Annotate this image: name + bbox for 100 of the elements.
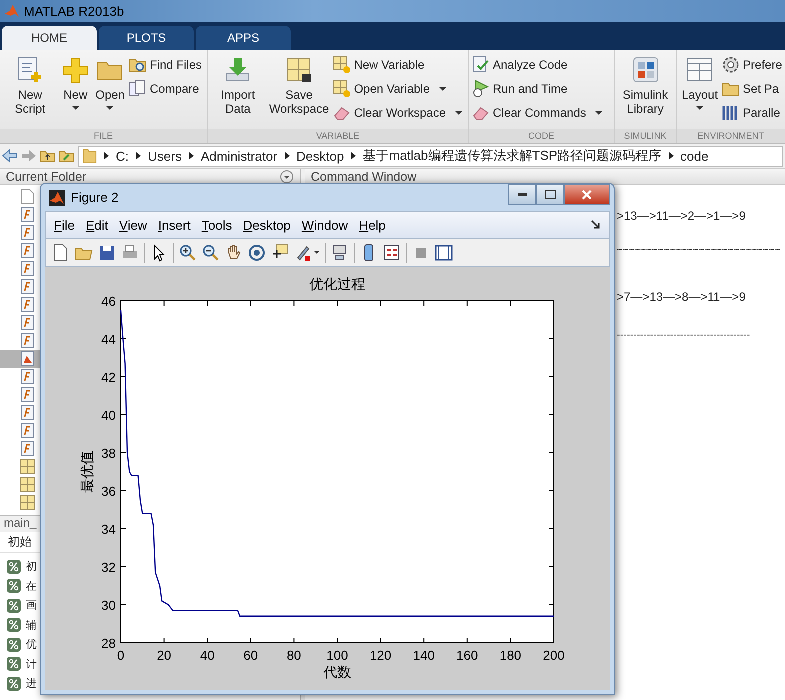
toolstrip-button[interactable]: New Variable <box>333 55 465 75</box>
section-item[interactable]: 在 <box>0 576 44 596</box>
function-file-icon <box>20 297 36 313</box>
percent-icon <box>6 636 22 653</box>
maximize-button[interactable] <box>536 184 564 205</box>
close-button[interactable] <box>564 184 610 205</box>
section-item[interactable]: 进 <box>0 674 44 694</box>
ribbon-tab[interactable]: APPS <box>196 26 291 50</box>
function-file-icon <box>20 279 36 295</box>
percent-icon <box>6 578 22 594</box>
toolstrip-button[interactable]: Prefere <box>722 55 784 75</box>
breadcrumb-segment[interactable]: Administrator <box>200 148 278 164</box>
toolstrip-button[interactable]: New <box>60 53 92 129</box>
breadcrumb-segment[interactable]: Desktop <box>296 148 344 164</box>
menu-item[interactable]: File <box>54 218 75 232</box>
file-row[interactable] <box>0 350 40 368</box>
menu-item[interactable]: Window <box>302 218 348 232</box>
zoom-out-icon[interactable] <box>202 244 220 262</box>
toolstrip-button[interactable]: Import Data <box>211 53 266 129</box>
group-label: CODE <box>469 129 614 143</box>
matlab-logo-icon <box>4 3 20 19</box>
checked-document-icon <box>472 56 490 74</box>
menu-item[interactable]: Tools <box>202 218 232 232</box>
command-output-line: >13—>11—>2—>1—>9 <box>617 209 747 225</box>
menu-item[interactable]: View <box>119 218 148 232</box>
breadcrumb-segment[interactable]: C: <box>116 148 129 164</box>
breadcrumb-segment[interactable]: 基于matlab编程遗传算法求解TSP路径问题源码程序 <box>363 147 662 165</box>
plus-icon <box>62 56 90 84</box>
breadcrumb-arrow-icon <box>668 152 674 160</box>
percent-icon <box>6 676 22 692</box>
zoom-in-icon[interactable] <box>179 244 197 262</box>
breadcrumb-segment[interactable]: code <box>680 148 709 164</box>
menu-item[interactable]: Insert <box>158 218 191 232</box>
x-tick-label: 180 <box>500 648 522 663</box>
y-tick-label: 40 <box>102 408 116 423</box>
ribbon-tab[interactable]: PLOTS <box>99 26 194 50</box>
toolstrip-button[interactable]: Find Files <box>128 55 204 75</box>
grid-document-icon <box>285 56 314 84</box>
toolstrip-button[interactable]: Open <box>94 53 127 129</box>
documents-icon <box>128 80 147 98</box>
back-arrow-icon[interactable] <box>2 148 18 164</box>
x-tick-label: 80 <box>286 648 302 663</box>
toolstrip-button[interactable]: Simulink Library <box>618 53 673 129</box>
figure-title: Figure 2 <box>71 190 119 205</box>
function-file-icon <box>20 315 36 331</box>
y-tick-label: 28 <box>102 636 116 651</box>
menu-item[interactable]: Desktop <box>243 218 291 232</box>
breadcrumb-arrow-icon <box>104 152 109 160</box>
panel-title: Command Window <box>311 170 417 184</box>
breadcrumb-segment[interactable]: Users <box>148 148 182 164</box>
layout-icon <box>686 56 714 84</box>
section-item[interactable]: 优 <box>0 635 44 654</box>
legend-icon[interactable] <box>383 244 401 262</box>
panel-title: Current Folder <box>6 170 87 184</box>
percent-icon <box>6 598 22 614</box>
group-label: VARIABLE <box>208 129 468 143</box>
y-axis-label: 最优值 <box>79 451 95 493</box>
toolstrip-button[interactable]: New Script <box>3 53 58 129</box>
y-tick-label: 46 <box>102 294 116 309</box>
toolstrip-button[interactable]: Set Pa <box>722 79 784 99</box>
blocks-icon <box>632 56 660 84</box>
function-file-icon <box>20 333 36 349</box>
address-field[interactable]: C: Users Administrator Desktop 基于matlab编程遗传算法求解TSP路径问题源码程序 code <box>78 146 783 166</box>
matlab-logo-icon <box>49 190 65 206</box>
ribbon-tab[interactable]: HOME <box>2 26 97 50</box>
y-tick-label: 38 <box>102 446 116 461</box>
x-tick-label: 60 <box>244 648 258 663</box>
dropdown-circle-icon[interactable] <box>280 170 294 184</box>
toolstrip-button[interactable]: Save Workspace <box>267 53 332 129</box>
toolstrip-button[interactable]: Paralle <box>722 103 784 123</box>
toolstrip-button[interactable]: Clear Workspace <box>333 103 465 123</box>
menu-item[interactable]: Edit <box>86 218 108 232</box>
function-file-icon <box>20 405 36 421</box>
toolstrip-button[interactable]: Analyze Code <box>472 55 606 75</box>
toolstrip-button[interactable]: Open Variable <box>333 79 465 99</box>
y-tick-label: 36 <box>102 484 116 499</box>
caret-icon[interactable] <box>314 251 320 254</box>
toolstrip-button[interactable]: Layout <box>680 53 720 129</box>
percent-icon <box>6 558 22 575</box>
section-item[interactable]: 画 <box>0 596 44 616</box>
y-tick-label: 44 <box>102 332 116 347</box>
toolstrip-button[interactable]: Compare <box>128 79 204 99</box>
new-file-icon[interactable] <box>52 244 70 262</box>
function-file-icon <box>20 441 36 457</box>
breadcrumb-arrow-icon <box>284 152 290 160</box>
dock-arrow-icon[interactable] <box>591 220 601 230</box>
window-icon[interactable] <box>435 244 453 262</box>
window-title: MATLAB R2013b <box>24 4 124 18</box>
section-item[interactable]: 计 <box>0 654 44 674</box>
section-item[interactable]: 辅 <box>0 616 44 635</box>
toolstrip-button[interactable]: Clear Commands <box>472 103 606 123</box>
toolstrip-button[interactable]: Run and Time <box>472 79 606 99</box>
menu-item[interactable]: Help <box>359 218 386 232</box>
x-tick-label: 0 <box>117 648 125 663</box>
group-label: SIMULINK <box>615 129 676 143</box>
function-file-icon <box>20 423 36 439</box>
close-icon <box>582 190 592 200</box>
section-item[interactable]: 初 <box>0 557 44 576</box>
minimize-button[interactable] <box>508 184 536 205</box>
x-tick-label: 160 <box>456 648 478 663</box>
